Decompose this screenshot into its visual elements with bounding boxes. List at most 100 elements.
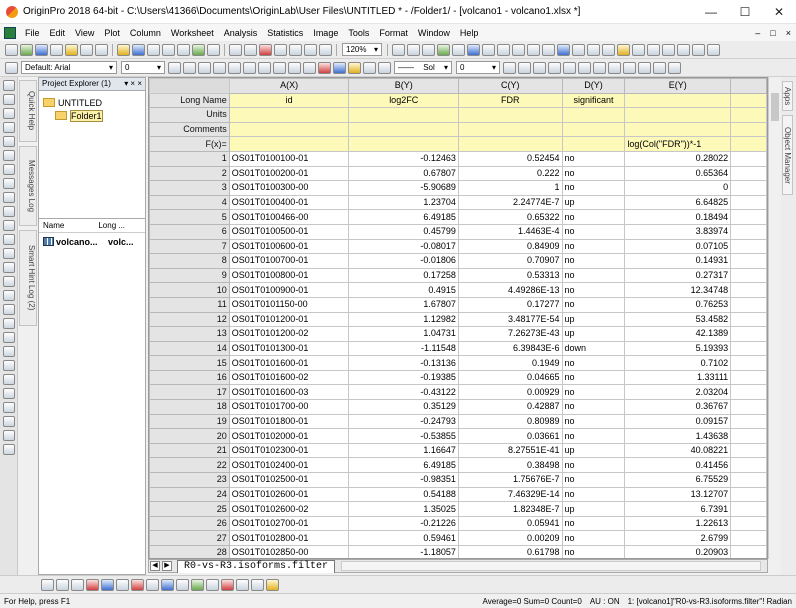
scatter-plot-icon[interactable] (56, 578, 69, 591)
new-workbook-icon[interactable] (20, 43, 33, 56)
table-cell[interactable]: 0.65322 (457, 209, 563, 225)
date-time-icon[interactable] (3, 402, 15, 413)
new-function-icon[interactable] (65, 43, 78, 56)
workbook-icon[interactable] (4, 26, 16, 39)
table-cell[interactable]: no (561, 384, 626, 401)
row-header[interactable]: 16 (149, 369, 230, 386)
table-cell[interactable]: 13.12707 (624, 486, 732, 503)
zoom-in-icon[interactable] (3, 94, 15, 105)
table-cell[interactable]: -0.21226 (348, 515, 459, 532)
meta-cell[interactable] (457, 121, 563, 138)
font-select[interactable]: Default: Arial ▾ (21, 61, 117, 74)
recalculate-icon[interactable] (229, 43, 242, 56)
table-cell[interactable]: 0 (624, 180, 732, 196)
set-column-values-icon[interactable] (632, 43, 645, 56)
table-cell[interactable]: 0.00929 (457, 384, 563, 401)
table-cell-empty[interactable] (730, 209, 767, 225)
menu-analysis[interactable]: Analysis (219, 28, 263, 38)
table-cell-empty[interactable] (730, 501, 767, 517)
table-cell[interactable]: -0.43122 (348, 384, 459, 401)
link-icon[interactable] (3, 444, 15, 455)
meta-cell-empty[interactable] (730, 121, 767, 138)
meta-row-label[interactable]: Long Name (149, 92, 230, 109)
table-cell[interactable]: OS01T0100300-00 (228, 180, 350, 196)
table-cell-empty[interactable] (730, 545, 767, 558)
table-cell[interactable]: 0.27317 (624, 267, 732, 284)
layer-icon[interactable] (3, 346, 15, 357)
table-cell-empty[interactable] (730, 223, 767, 240)
table-cell[interactable]: no (561, 428, 626, 444)
table-cell[interactable]: 0.59461 (348, 530, 459, 546)
menu-column[interactable]: Column (125, 28, 166, 38)
menu-edit[interactable]: Edit (45, 28, 71, 38)
horizontal-scrollbar[interactable] (341, 561, 761, 571)
table-cell[interactable]: OS01T0102000-01 (228, 428, 350, 444)
table-cell[interactable]: 1.23704 (348, 194, 459, 211)
table-cell[interactable]: OS01T0101600-02 (228, 369, 350, 386)
column-header-empty[interactable] (730, 78, 767, 94)
row-header[interactable]: 19 (149, 413, 230, 430)
line-icon[interactable] (548, 61, 561, 74)
table-cell[interactable]: OS01T0101800-01 (228, 413, 350, 430)
meta-cell[interactable]: FDR (457, 92, 563, 109)
align-center-icon[interactable] (303, 61, 316, 74)
row-header[interactable]: 6 (149, 223, 230, 240)
table-cell[interactable]: OS01T0100800-01 (228, 267, 350, 284)
italic-icon[interactable] (183, 61, 196, 74)
meta-cell[interactable] (624, 121, 732, 138)
row-header[interactable]: 11 (149, 296, 230, 313)
menu-file[interactable]: File (20, 28, 45, 38)
table-cell[interactable]: OS01T0102400-01 (228, 457, 350, 474)
font-size-select[interactable]: 0 ▾ (121, 61, 165, 74)
table-cell[interactable]: 6.75529 (624, 472, 732, 488)
legend-icon[interactable] (3, 360, 15, 371)
copy-page-icon[interactable] (289, 43, 302, 56)
table-cell[interactable]: 0.84909 (457, 238, 563, 255)
statistics-plot-icon[interactable] (176, 578, 189, 591)
column-header[interactable]: D(Y) (561, 78, 626, 94)
object-manager-icon[interactable] (542, 43, 555, 56)
row-header[interactable]: 8 (149, 253, 230, 269)
meta-row-label[interactable]: Comments (149, 121, 230, 138)
meta-cell[interactable] (457, 107, 563, 123)
row-header[interactable]: 21 (149, 442, 230, 459)
table-cell[interactable]: no (561, 399, 626, 415)
sort-icon[interactable] (587, 43, 600, 56)
meta-cell[interactable] (624, 92, 732, 109)
table-cell[interactable]: OS01T0102300-01 (228, 442, 350, 459)
font-color-icon[interactable] (318, 61, 331, 74)
screen-reader-icon[interactable] (3, 122, 15, 133)
line-symbol-icon[interactable] (71, 578, 84, 591)
row-header[interactable]: 7 (149, 238, 230, 255)
table-cell[interactable]: -0.08017 (348, 238, 459, 255)
table-cell[interactable]: OS01T0101600-01 (228, 355, 350, 371)
table-cell[interactable]: 0.20903 (624, 545, 732, 558)
row-header[interactable]: 9 (149, 267, 230, 284)
table-cell[interactable]: no (561, 515, 626, 532)
table-cell[interactable]: 0.38498 (457, 457, 563, 474)
table-cell[interactable]: 1.82348E-7 (457, 501, 563, 517)
table-cell[interactable]: up (561, 326, 626, 342)
table-cell[interactable]: 1.33111 (624, 369, 732, 386)
frequency-icon[interactable] (707, 43, 720, 56)
table-cell-empty[interactable] (730, 267, 767, 284)
table-cell[interactable]: up (561, 194, 626, 211)
table-cell[interactable]: 0.17277 (457, 296, 563, 313)
meta-cell[interactable] (561, 136, 626, 152)
project-explorer-icon[interactable] (452, 43, 465, 56)
arrow-icon[interactable] (533, 61, 546, 74)
apps-tab[interactable]: Apps (782, 81, 793, 111)
table-cell[interactable]: 0.07105 (624, 238, 732, 255)
batch-plot-icon[interactable] (244, 43, 257, 56)
table-cell[interactable]: 8.27551E-41 (457, 442, 563, 459)
symbol-icon[interactable] (503, 61, 516, 74)
row-header[interactable]: 2 (149, 165, 230, 182)
results-log-icon[interactable] (437, 43, 450, 56)
row-header[interactable]: 10 (149, 282, 230, 298)
table-cell[interactable]: 0.80989 (457, 413, 563, 430)
row-header[interactable]: 22 (149, 457, 230, 474)
table-cell[interactable]: OS01T0100600-01 (228, 238, 350, 255)
table-cell-empty[interactable] (730, 355, 767, 371)
table-cell[interactable]: 0.17258 (348, 267, 459, 284)
meta-cell[interactable] (561, 121, 626, 138)
